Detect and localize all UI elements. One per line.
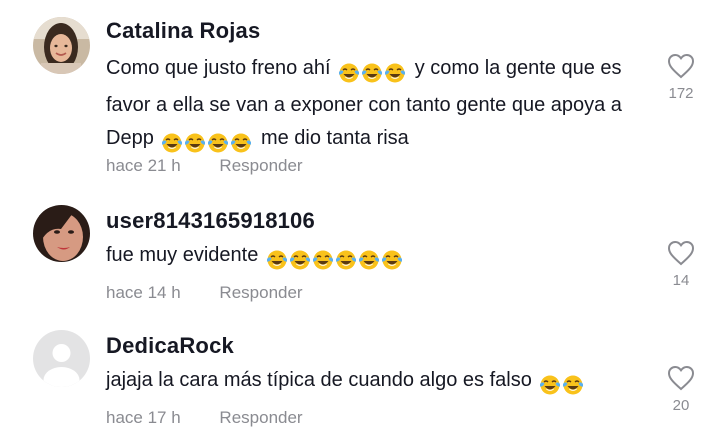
- comment-item: user8143165918106 fue muy evidente hace …: [0, 200, 728, 315]
- comment-username[interactable]: Catalina Rojas: [106, 18, 260, 44]
- like-button[interactable]: 14: [664, 240, 698, 289]
- comment-text-part: me dio tanta risa: [260, 127, 409, 149]
- like-button[interactable]: 172: [664, 53, 698, 102]
- comment-text: fue muy evidente: [106, 239, 646, 276]
- like-count: 172: [668, 85, 694, 102]
- comment-username[interactable]: user8143165918106: [106, 208, 315, 234]
- avatar-photo: [33, 17, 90, 74]
- emoji-group: [338, 56, 407, 89]
- tears-of-joy-emoji-icon: [335, 249, 357, 271]
- avatar[interactable]: [33, 330, 90, 387]
- comment-text: jajaja la cara más típica de cuando algo…: [106, 364, 646, 401]
- tears-of-joy-emoji-icon: [384, 62, 406, 84]
- like-button[interactable]: 20: [664, 365, 698, 414]
- tears-of-joy-emoji-icon: [266, 249, 288, 271]
- comment-meta: hace 17 h Responder: [106, 408, 303, 428]
- tears-of-joy-emoji-icon: [358, 249, 380, 271]
- tears-of-joy-emoji-icon: [161, 132, 183, 154]
- comment-timestamp: hace 14 h: [106, 283, 181, 302]
- avatar-photo: [33, 205, 90, 262]
- avatar[interactable]: [33, 17, 90, 74]
- reply-button[interactable]: Responder: [219, 283, 302, 303]
- heart-outline-icon: [667, 365, 695, 391]
- tears-of-joy-emoji-icon: [184, 132, 206, 154]
- emoji-group: [539, 368, 585, 401]
- tears-of-joy-emoji-icon: [289, 249, 311, 271]
- comment-text: Como que justo freno ahí y como la gente…: [106, 52, 646, 159]
- tears-of-joy-emoji-icon: [207, 132, 229, 154]
- tears-of-joy-emoji-icon: [230, 132, 252, 154]
- tears-of-joy-emoji-icon: [338, 62, 360, 84]
- tears-of-joy-emoji-icon: [361, 62, 383, 84]
- comment-text-part: jajaja la cara más típica de cuando algo…: [106, 369, 532, 391]
- comment-meta: hace 21 h Responder: [106, 156, 303, 176]
- like-count: 14: [672, 272, 690, 289]
- comment-text-part: Como que justo freno ahí: [106, 57, 331, 79]
- heart-outline-icon: [667, 53, 695, 79]
- heart-outline-icon: [667, 240, 695, 266]
- emoji-group: [161, 126, 253, 159]
- comment-meta: hace 14 h Responder: [106, 283, 303, 303]
- comment-item: Catalina Rojas Como que justo freno ahí …: [0, 0, 728, 185]
- comment-timestamp: hace 17 h: [106, 408, 181, 427]
- default-avatar-icon: [33, 330, 90, 387]
- comment-timestamp: hace 21 h: [106, 156, 181, 175]
- emoji-group: [266, 243, 404, 276]
- like-count: 20: [672, 397, 690, 414]
- comment-text-part: fue muy evidente: [106, 244, 259, 266]
- avatar[interactable]: [33, 205, 90, 262]
- comment-item: DedicaRock jajaja la cara más típica de …: [0, 325, 728, 440]
- reply-button[interactable]: Responder: [219, 408, 302, 428]
- reply-button[interactable]: Responder: [219, 156, 302, 176]
- tears-of-joy-emoji-icon: [381, 249, 403, 271]
- tears-of-joy-emoji-icon: [312, 249, 334, 271]
- tears-of-joy-emoji-icon: [562, 374, 584, 396]
- tears-of-joy-emoji-icon: [539, 374, 561, 396]
- comment-username[interactable]: DedicaRock: [106, 333, 234, 359]
